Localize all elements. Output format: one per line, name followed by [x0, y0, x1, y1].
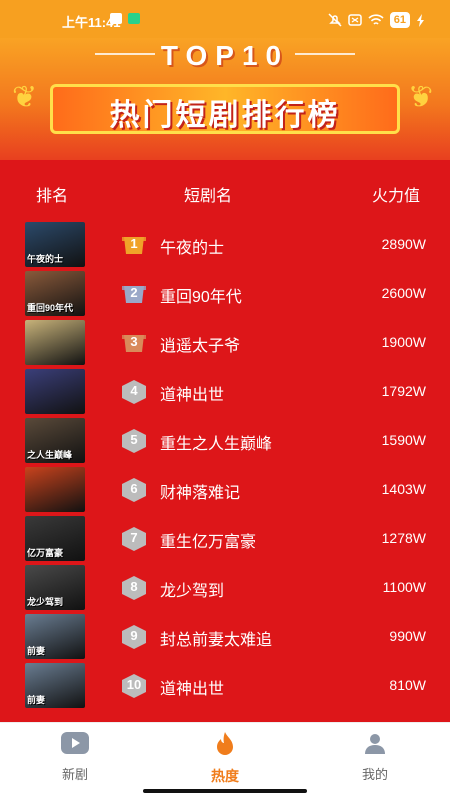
status-bar: 上午11:41 61 [0, 0, 450, 38]
drama-thumbnail[interactable] [25, 467, 85, 512]
tab-new-label: 新剧 [61, 767, 88, 782]
heat-value: 1278W [381, 530, 426, 546]
tab-mine[interactable]: 我的 [325, 731, 425, 783]
thumbnail-caption: 重回90年代 [27, 303, 74, 313]
tab-new[interactable]: 新剧 [25, 731, 125, 783]
decor-line-right [295, 53, 355, 55]
drama-name: 财神落难记 [160, 485, 241, 502]
ranking-row[interactable]: 之人生巅峰 5 重生之人生巅峰 1590W [0, 418, 450, 465]
app-notification-icon [110, 13, 140, 24]
heat-value: 2600W [381, 285, 426, 301]
rank-number: 5 [130, 432, 138, 447]
home-indicator [143, 789, 307, 793]
drama-thumbnail[interactable]: 前妻 [25, 614, 85, 659]
ranking-row[interactable]: 前妻 10 道神出世 810W [0, 663, 450, 710]
flame-icon [217, 732, 233, 755]
drama-name: 逍遥太子爷 [160, 338, 241, 355]
notification-icons [110, 12, 144, 28]
ranking-list: 排名 短剧名 火力值 午夜的士 1 午夜的士 2890W 重回90年代 2 重回90年代 26… [0, 160, 450, 722]
drama-thumbnail[interactable]: 之人生巅峰 [25, 418, 85, 463]
rank-badge-icon: 5 [120, 428, 148, 454]
drama-name: 午夜的士 [160, 240, 225, 257]
rank-number: 4 [130, 383, 138, 398]
drama-thumbnail[interactable]: 午夜的士 [25, 222, 85, 267]
drama-name: 重生亿万富豪 [160, 534, 257, 551]
charging-icon [417, 13, 424, 27]
rank-number: 10 [126, 677, 142, 692]
thumbnail-caption: 午夜的士 [27, 254, 64, 264]
ranking-row[interactable]: 亿万富豪 7 重生亿万富豪 1278W [0, 516, 450, 563]
thumbnail-caption: 前妻 [27, 695, 46, 705]
page-title: 热门短剧排行榜 [109, 99, 341, 132]
laurel-left-icon: ❦ [12, 81, 38, 114]
rank-badge-icon: 7 [120, 526, 148, 552]
drama-name: 道神出世 [160, 681, 225, 698]
column-rank: 排名 [36, 188, 69, 205]
ranking-header: TOP10 ❦ 热门短剧排行榜 ❦ [0, 38, 450, 160]
title-banner: 热门短剧排行榜 [50, 84, 400, 134]
drama-thumbnail[interactable] [25, 369, 85, 414]
rank-badge-icon: 6 [120, 477, 148, 503]
thumbnail-caption: 前妻 [27, 646, 46, 656]
ranking-row[interactable]: 6 财神落难记 1403W [0, 467, 450, 514]
user-icon [365, 734, 385, 754]
drama-name: 龙少驾到 [160, 583, 225, 600]
rank-badge-icon: 4 [120, 379, 148, 405]
rank-badge-icon: 8 [120, 575, 148, 601]
ranking-row[interactable]: 龙少驾到 8 龙少驾到 1100W [0, 565, 450, 612]
tab-mine-label: 我的 [361, 767, 388, 782]
heat-value: 1100W [382, 579, 426, 595]
tab-hot[interactable]: 热度 [175, 731, 275, 786]
battery-icon: 61 [389, 12, 410, 28]
laurel-right-icon: ❦ [408, 81, 434, 114]
heat-value: 1590W [381, 432, 426, 448]
heat-value: 810W [389, 677, 426, 693]
column-name: 短剧名 [184, 188, 233, 205]
ranking-row[interactable]: 4 道神出世 1792W [0, 369, 450, 416]
drama-name: 道神出世 [160, 387, 225, 404]
ranking-row[interactable]: 午夜的士 1 午夜的士 2890W [0, 222, 450, 269]
status-right: 61 [328, 12, 426, 28]
rank-number: 6 [130, 481, 138, 496]
rank-number: 1 [130, 236, 138, 251]
rank-number: 8 [130, 579, 138, 594]
rank-badge-icon: 10 [120, 673, 148, 699]
drama-thumbnail[interactable]: 重回90年代 [25, 271, 85, 316]
drama-name: 重回90年代 [160, 289, 242, 306]
rank-number: 2 [130, 285, 138, 300]
thumbnail-caption: 亿万富豪 [27, 548, 64, 558]
drama-thumbnail[interactable]: 亿万富豪 [25, 516, 85, 561]
ranking-row[interactable]: 3 逍遥太子爷 1900W [0, 320, 450, 367]
drama-thumbnail[interactable]: 龙少驾到 [25, 565, 85, 610]
rank-badge-icon: 1 [120, 232, 148, 258]
rank-badge-icon: 9 [120, 624, 148, 650]
rank-number: 3 [130, 334, 138, 349]
heat-value: 2890W [381, 236, 426, 252]
rank-badge-icon: 2 [120, 281, 148, 307]
rank-number: 7 [130, 530, 138, 545]
heat-value: 1403W [381, 481, 426, 497]
sim-x-icon [348, 14, 362, 26]
rank-badge-icon: 3 [120, 330, 148, 356]
wifi-icon [368, 13, 384, 25]
drama-name: 封总前妻太难追 [160, 632, 273, 649]
ranking-row[interactable]: 重回90年代 2 重回90年代 2600W [0, 271, 450, 318]
rank-number: 9 [130, 628, 138, 643]
ranking-row[interactable]: 前妻 9 封总前妻太难追 990W [0, 614, 450, 661]
drama-thumbnail[interactable]: 前妻 [25, 663, 85, 708]
play-icon [61, 732, 89, 754]
thumbnail-caption: 之人生巅峰 [27, 450, 73, 460]
drama-thumbnail[interactable] [25, 320, 85, 365]
top10-heading: TOP10 [160, 40, 290, 71]
drama-name: 重生之人生巅峰 [160, 436, 273, 453]
tab-hot-label: 热度 [211, 768, 239, 784]
heat-value: 1900W [381, 334, 426, 350]
mute-icon [328, 13, 342, 27]
thumbnail-caption: 龙少驾到 [27, 597, 64, 607]
heat-value: 1792W [381, 383, 426, 399]
column-heat: 火力值 [372, 188, 421, 205]
heat-value: 990W [389, 628, 426, 644]
